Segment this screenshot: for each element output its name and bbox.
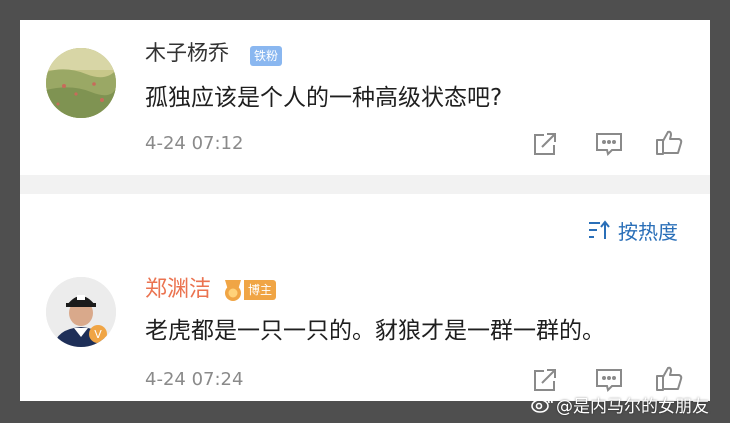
- like-icon[interactable]: [654, 363, 684, 393]
- username[interactable]: 木子杨乔: [145, 40, 229, 66]
- share-icon[interactable]: [530, 129, 560, 159]
- section-divider: [20, 175, 710, 194]
- host-badge: 博主: [222, 278, 277, 302]
- sort-icon: [589, 220, 610, 239]
- sort-by-hot-button[interactable]: 按热度: [588, 217, 678, 244]
- comment-icon[interactable]: [594, 365, 624, 395]
- watermark: @是内马尔的女朋友: [530, 392, 709, 417]
- weibo-icon: [531, 396, 553, 413]
- sort-label: 按热度: [618, 219, 678, 244]
- watermark-text: @是内马尔的女朋友: [556, 396, 709, 417]
- like-icon[interactable]: [654, 127, 684, 157]
- timestamp: 4-24 07:24: [145, 369, 244, 390]
- fan-badge: 铁粉: [250, 46, 283, 66]
- host-badge-label: 博主: [244, 280, 277, 300]
- avatar[interactable]: V: [46, 277, 116, 347]
- timestamp: 4-24 07:12: [145, 133, 244, 154]
- medal-icon: [225, 280, 241, 301]
- share-icon[interactable]: [530, 365, 560, 395]
- comment-icon[interactable]: [594, 129, 624, 159]
- comment-text: 老虎都是一只一只的。豺狼才是一群一群的。: [145, 318, 605, 344]
- avatar[interactable]: [46, 48, 116, 118]
- comment-text: 孤独应该是个人的一种高级状态吧?: [145, 85, 503, 111]
- comment-panel: 木子杨乔 铁粉 孤独应该是个人的一种高级状态吧? 4-24 07:12 按热度 …: [20, 20, 710, 401]
- svg-text:V: V: [94, 328, 102, 341]
- username[interactable]: 郑渊洁: [145, 277, 211, 303]
